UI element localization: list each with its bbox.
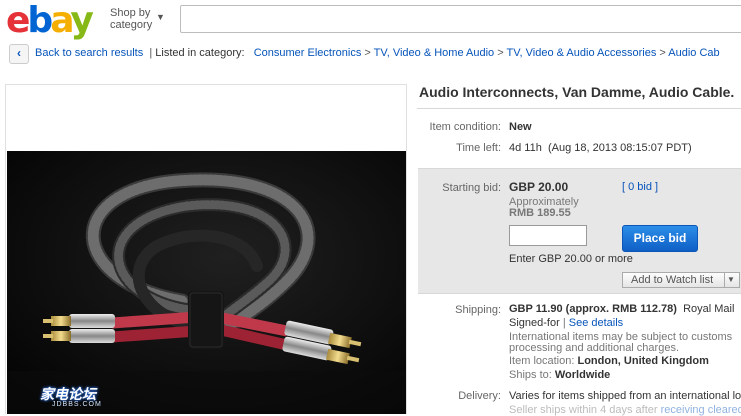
back-to-search-link[interactable]: Back to search results — [35, 47, 143, 59]
breadcrumb: Back to search results | Listed in categ… — [35, 47, 720, 59]
shipping-signed: Signed-for | See details — [509, 317, 624, 329]
time-left-value: 4d 11h (Aug 18, 2013 08:15:07 PDT) — [509, 142, 692, 154]
delivery-label: Delivery: — [458, 390, 501, 402]
bid-count[interactable]: [ 0 bid ] — [622, 181, 658, 193]
watch-button-divider — [724, 273, 725, 287]
shipping-cost: GBP 11.90 (approx. RMB 112.78) Royal Mai… — [509, 303, 735, 315]
see-details-link[interactable]: See details — [569, 317, 623, 329]
breadcrumb-divider: | — [149, 47, 153, 59]
starting-bid-price: GBP 20.00 — [509, 180, 569, 194]
title-divider — [417, 108, 741, 109]
ebay-logo[interactable]: ebay — [6, 3, 94, 39]
chevron-down-icon[interactable]: ▼ — [727, 273, 735, 286]
bid-amount-input[interactable] — [509, 225, 587, 246]
approx-value: RMB 189.55 — [509, 207, 571, 219]
receiving-payment-link[interactable]: receiving cleared payi — [661, 404, 741, 416]
shop-by-category-button[interactable]: Shop by category ▼ — [110, 7, 170, 31]
condition-label: Item condition: — [429, 121, 501, 133]
breadcrumb-item[interactable]: Audio Cab — [668, 47, 719, 59]
breadcrumb-chevron: > — [364, 47, 371, 59]
intl-notice-line-2: processing and additional charges. — [509, 342, 680, 354]
end-time: (Aug 18, 2013 08:15:07 PDT) — [547, 142, 692, 154]
shop-by-category-label: Shop by category — [110, 7, 153, 31]
chevron-down-icon: ▼ — [156, 12, 165, 22]
breadcrumb-item[interactable]: TV, Video & Home Audio — [374, 47, 494, 59]
breadcrumb-chevron: > — [497, 47, 504, 59]
shipping-label: Shipping: — [455, 304, 501, 316]
watch-list-label: Add to Watch list — [631, 274, 714, 286]
listed-in-label: Listed in category: — [155, 47, 245, 59]
product-photo[interactable] — [7, 151, 406, 414]
breadcrumb-chevron: > — [659, 47, 666, 59]
starting-bid-label: Starting bid: — [442, 182, 501, 194]
item-title: Audio Interconnects, Van Damme, Audio Ca… — [419, 84, 735, 100]
breadcrumb-item[interactable]: TV, Video & Audio Accessories — [507, 47, 657, 59]
search-input[interactable] — [180, 5, 741, 33]
forum-watermark-url: JDBBS.COM — [52, 401, 102, 408]
item-location: Item location: London, United Kingdom — [509, 355, 709, 367]
ships-to: Ships to: Worldwide — [509, 369, 611, 381]
shipping-service: Royal Mail — [683, 303, 735, 315]
delivery-text: Varies for items shipped from an interna… — [509, 390, 741, 402]
item-image-panel — [5, 84, 407, 414]
place-bid-button[interactable]: Place bid — [622, 225, 698, 252]
bid-hint: Enter GBP 20.00 or more — [509, 253, 633, 265]
condition-value: New — [509, 121, 532, 133]
delivery-faded: Seller ships within 4 days after receivi… — [509, 404, 741, 416]
time-left-label: Time left: — [456, 142, 501, 154]
add-to-watch-list-button[interactable]: Add to Watch list ▼ — [622, 272, 740, 288]
breadcrumb-item[interactable]: Consumer Electronics — [254, 47, 362, 59]
bid-count-link[interactable]: [ 0 bid ] — [622, 181, 658, 193]
back-arrow-icon[interactable]: ‹ — [9, 44, 29, 64]
